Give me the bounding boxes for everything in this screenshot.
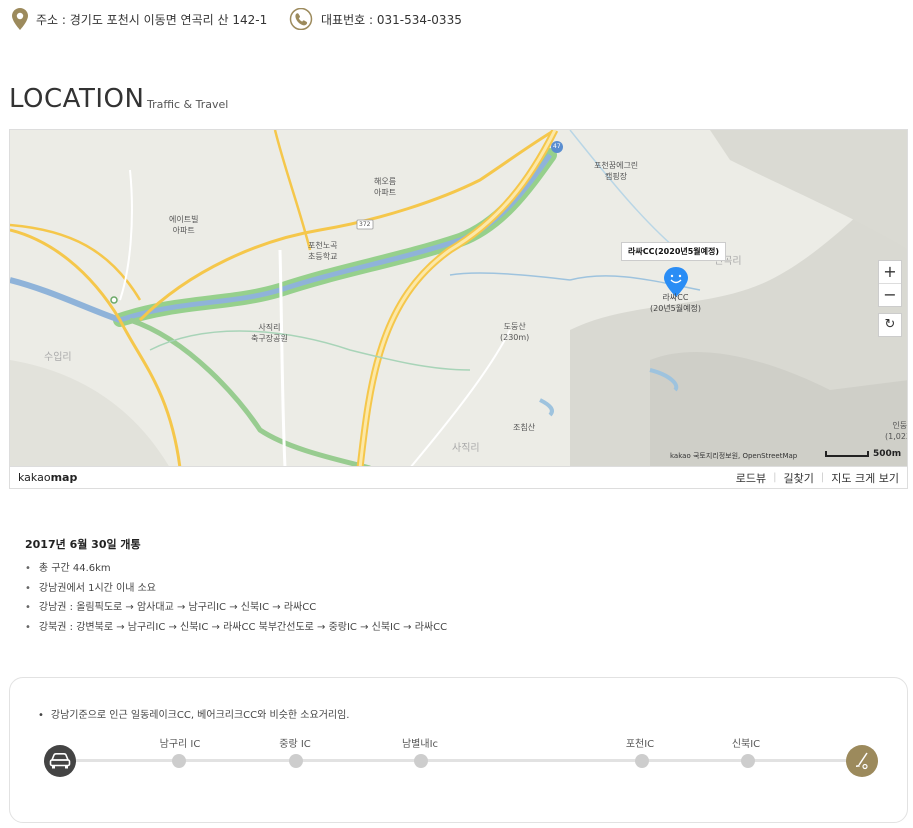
list-item: 강북권 : 강변북로 → 남구리IC → 신북IC → 라싸CC 북부간선도로 … [25,618,447,638]
route-list: 총 구간 44.6km 강남권에서 1시간 이내 소요 강남권 : 올림픽도로 … [25,559,447,637]
route-stop-dot [741,754,755,768]
refresh-icon[interactable]: ↻ [878,313,902,337]
roadview-link[interactable]: 로드뷰 [736,470,766,486]
address-text: 주소 : 경기도 포천시 이동면 연곡리 산 142-1 [36,12,268,27]
divider: | [820,472,825,483]
route-track [74,759,850,762]
route-stop-label: 신북IC [731,739,761,750]
route-stop-dot [289,754,303,768]
map-attribution: kakao 국토지리정보원, OpenStreetMap [670,452,798,460]
route-diagram-box [9,677,908,823]
car-icon [44,745,76,777]
phone-icon [289,8,313,30]
route-stop-dot [414,754,428,768]
kakao-map-logo[interactable]: kakaomap [18,471,77,484]
map-label-apartment: 해오름 아파트 [374,177,397,197]
kakao-map[interactable]: 에이트빌 아파트 해오름 아파트 포천노곡 초등학교 포천꿈에그린 캠핑장 사직리 축구장… [9,129,908,467]
phone-info: 대표번호 : 031-534-0335 [289,8,462,30]
route-stop-dot [172,754,186,768]
route-note: 강남기준으로 인근 일동레이크CC, 베어크리크CC와 비슷한 소요거리임. [38,706,350,721]
route-stop-label: 남별내Ic [401,739,439,750]
zoom-control: + − [878,260,902,307]
map-label-mountain: 조침산 [513,423,536,432]
route-stop-label: 포천IC [625,739,655,750]
list-item: 총 구간 44.6km [25,559,447,579]
page-title: LOCATION [9,84,145,114]
route-shield-372: 372 [359,221,371,228]
map-label-apartment: 에이트빌 아파트 [169,215,199,235]
map-marker-label[interactable]: 라싸CC (20년5월예정) [650,292,701,314]
address-info: 주소 : 경기도 포천시 이동면 연곡리 산 142-1 [12,8,267,30]
golf-icon [846,745,878,777]
list-item: 강남권 : 올림픽도로 → 암사대교 → 남구리IC → 신북IC → 라싸CC [25,598,447,618]
route-stop-label: 남구리 IC [159,739,201,750]
map-base-layer [10,130,907,466]
map-label-village: 사직리 [452,443,480,454]
location-pin-icon [12,8,28,30]
route-shield-47: 47 [553,143,561,150]
divider: | [773,472,777,483]
map-callout: 라싸CC(2020년5월예정) [621,242,727,261]
map-footer-links: 로드뷰 | 길찾기 | 지도 크게 보기 [736,470,899,486]
map-label-mountain: 도둥산 (230m) [500,322,530,342]
large-map-link[interactable]: 지도 크게 보기 [831,470,899,486]
map-scale: 500m [825,449,901,459]
zoom-in-button[interactable]: + [879,261,901,283]
route-stop-dot [635,754,649,768]
zoom-out-button[interactable]: − [879,283,901,306]
route-stop-label: 중랑 IC [279,739,311,750]
map-footer: kakaomap 로드뷰 | 길찾기 | 지도 크게 보기 [9,467,908,489]
phone-text: 대표번호 : 031-534-0335 [321,12,462,27]
page-subtitle: Traffic & Travel [147,98,229,111]
opening-date: 2017년 6월 30일 개통 [25,538,141,551]
map-label-village: 수입리 [44,352,72,363]
map-label-campsite: 포천꿈에그린 캠핑장 [594,161,639,181]
map-label-school: 포천노곡 초등학교 [308,241,338,261]
map-label-mountain: 인둥산(1,023m) [885,421,908,441]
list-item: 강남권에서 1시간 이내 소요 [25,579,447,599]
map-label-park: 사직리 축구장공원 [251,323,288,343]
directions-link[interactable]: 길찾기 [784,470,814,486]
